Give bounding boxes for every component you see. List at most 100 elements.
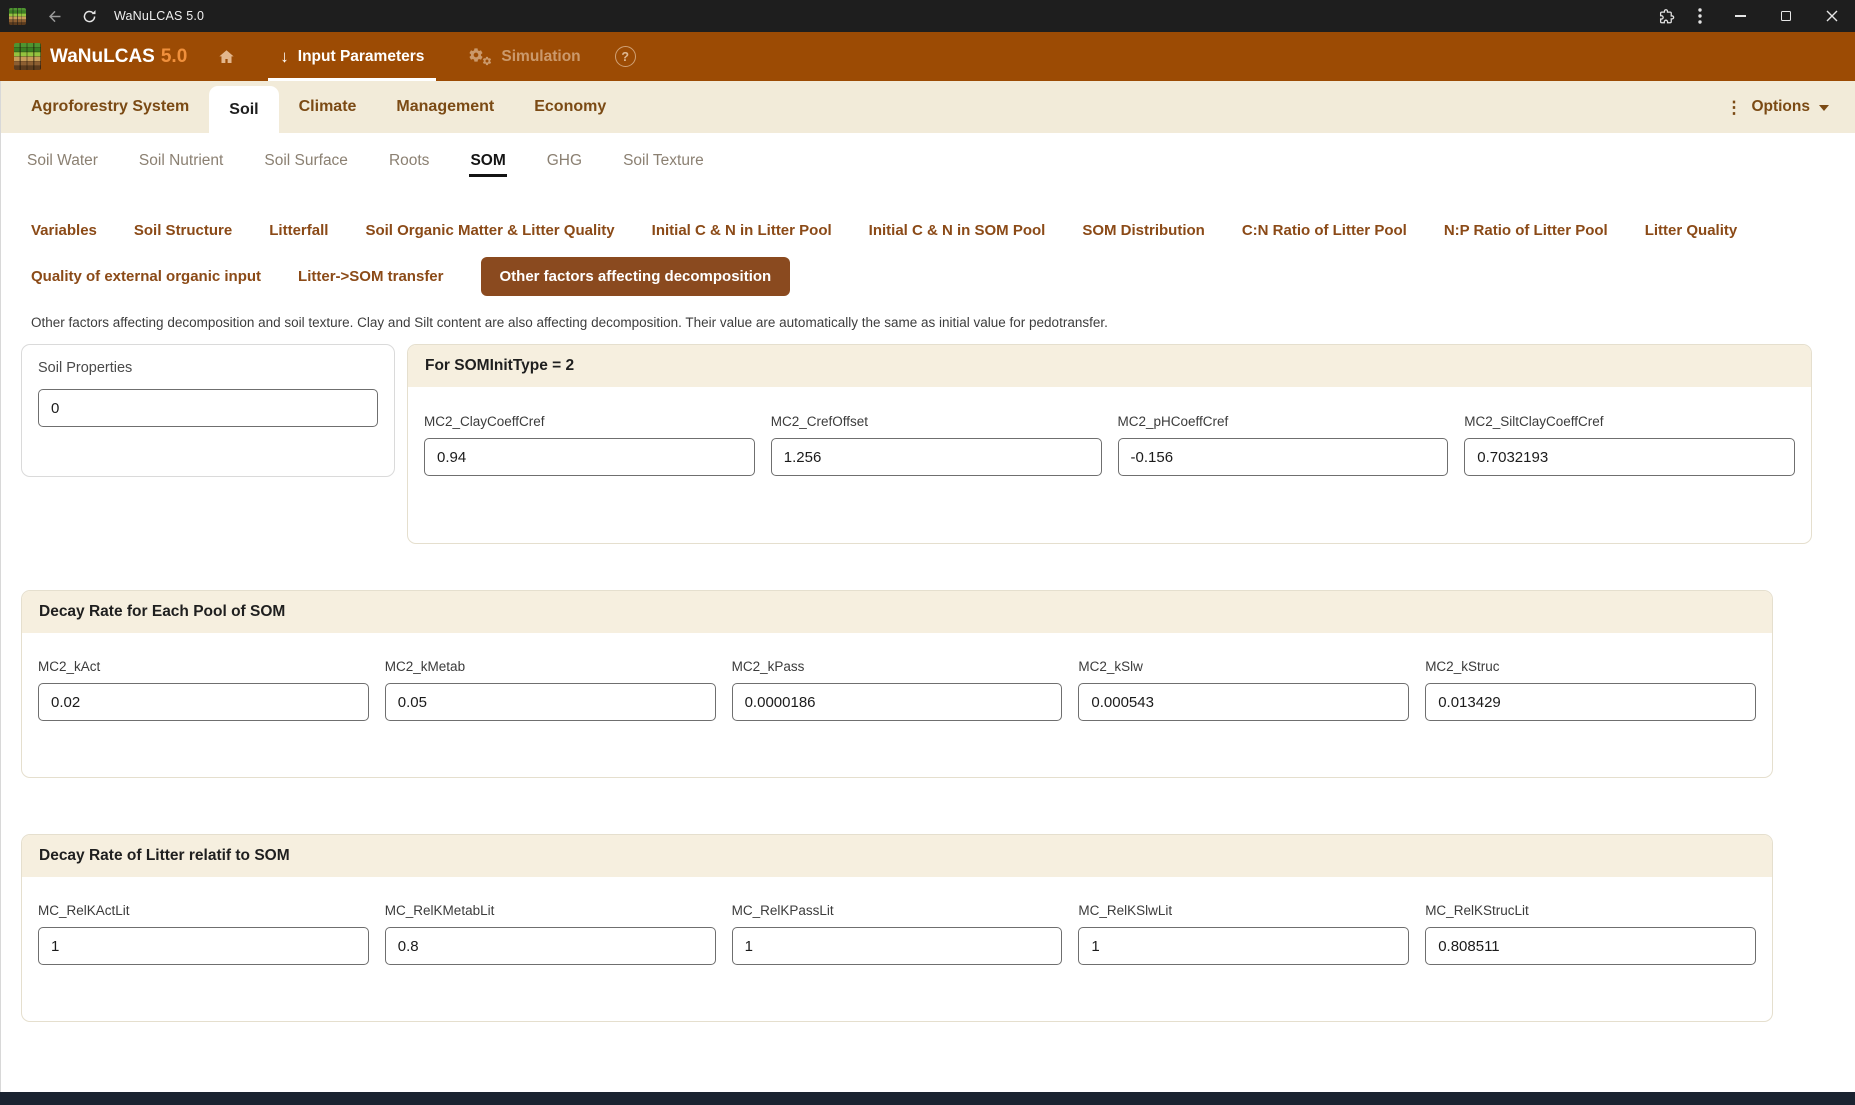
- mc-relkpasslit-input[interactable]: [731, 927, 1063, 965]
- mc2-kstruc-input[interactable]: [1425, 683, 1756, 721]
- help-icon[interactable]: ?: [614, 46, 636, 67]
- mc-relkslwlit-input[interactable]: [1078, 927, 1410, 965]
- section-soil-structure[interactable]: Soil Structure: [134, 222, 232, 239]
- tab-climate[interactable]: Climate: [279, 81, 377, 133]
- app-header: WaNuLCAS 5.0 ↓ Input Parameters Simulati…: [0, 32, 1855, 81]
- soil-properties-input[interactable]: [38, 389, 378, 427]
- section-som-distribution[interactable]: SOM Distribution: [1082, 222, 1205, 239]
- field-label: MC_RelKPassLit: [731, 903, 834, 918]
- field-label: MC_RelKMetabLit: [384, 903, 495, 918]
- field-label: MC2_CrefOffset: [770, 414, 869, 429]
- field-label: MC2_kStruc: [1425, 659, 1500, 674]
- field-label: MC2_kSlw: [1078, 659, 1143, 674]
- subtab-som[interactable]: SOM: [469, 145, 507, 177]
- section-litter-quality[interactable]: Litter Quality: [1645, 222, 1738, 239]
- field-label: MC2_kPass: [731, 659, 805, 674]
- decay-rate-som-panel: Decay Rate for Each Pool of SOM MC2_kAct…: [21, 590, 1773, 778]
- subtab-soil-surface[interactable]: Soil Surface: [263, 145, 349, 177]
- soil-properties-panel: Soil Properties: [21, 344, 395, 477]
- field-mc2-kact: MC2_kAct: [38, 659, 369, 721]
- section-litterfall[interactable]: Litterfall: [269, 222, 328, 239]
- bottom-bar: [0, 1092, 1855, 1105]
- subtab-soil-nutrient[interactable]: Soil Nutrient: [138, 145, 224, 177]
- brand: WaNuLCAS 5.0: [14, 32, 187, 81]
- mc2-crefoffset-input[interactable]: [770, 438, 1102, 476]
- nav-input-parameters[interactable]: ↓ Input Parameters: [268, 32, 437, 81]
- page-description: Other factors affecting decomposition an…: [31, 315, 1108, 330]
- field-mc2-siltclaycoeffcref: MC2_SiltClayCoeffCref: [1464, 414, 1795, 476]
- field-label: MC_RelKSlwLit: [1078, 903, 1173, 918]
- section-cn-ratio-litter-pool[interactable]: C:N Ratio of Litter Pool: [1242, 222, 1407, 239]
- mc-relkactlit-input[interactable]: [38, 927, 369, 965]
- main-content: Soil Properties For SOMInitType = 2 MC2_…: [1, 330, 1855, 1022]
- minimize-button[interactable]: [1717, 0, 1763, 32]
- decay-rate-litter-panel-title: Decay Rate of Litter relatif to SOM: [22, 835, 1772, 877]
- primary-tabbar: Agroforestry System Soil Climate Managem…: [1, 81, 1855, 133]
- section-variables[interactable]: Variables: [31, 222, 97, 239]
- tab-management[interactable]: Management: [376, 81, 514, 133]
- brand-version: 5.0: [160, 45, 188, 67]
- extensions-icon[interactable]: [1649, 0, 1683, 32]
- maximize-button[interactable]: [1763, 0, 1809, 32]
- subtab-roots[interactable]: Roots: [388, 145, 431, 177]
- download-arrow-icon: ↓: [280, 47, 289, 66]
- section-initial-cn-litter-pool[interactable]: Initial C & N in Litter Pool: [652, 222, 832, 239]
- section-nav-row-2: Quality of external organic input Litter…: [31, 253, 1829, 299]
- field-label: MC_RelKStrucLit: [1425, 903, 1529, 918]
- mc-relkmetablit-input[interactable]: [384, 927, 716, 965]
- field-label: MC2_ClayCoeffCref: [424, 414, 545, 429]
- options-button[interactable]: ⋮ Options: [1725, 98, 1829, 116]
- tab-soil[interactable]: Soil: [209, 86, 279, 133]
- field-mc2-claycoeffcref: MC2_ClayCoeffCref: [424, 414, 755, 476]
- options-kebab-icon: ⋮: [1725, 97, 1743, 117]
- nav-simulation[interactable]: Simulation: [464, 32, 584, 81]
- subtab-soil-texture[interactable]: Soil Texture: [622, 145, 705, 177]
- home-icon: [219, 49, 234, 63]
- decay-rate-litter-panel: Decay Rate of Litter relatif to SOM MC_R…: [21, 834, 1773, 1022]
- browser-menu-icon[interactable]: [1683, 0, 1717, 32]
- mc2-claycoeffcref-input[interactable]: [424, 438, 755, 476]
- section-quality-external-organic-input[interactable]: Quality of external organic input: [31, 268, 261, 285]
- mc2-siltclaycoeffcref-input[interactable]: [1464, 438, 1795, 476]
- soil-subnav: Soil Water Soil Nutrient Soil Surface Ro…: [1, 133, 1855, 189]
- back-button[interactable]: [38, 0, 72, 32]
- section-np-ratio-litter-pool[interactable]: N:P Ratio of Litter Pool: [1444, 222, 1608, 239]
- field-mc-relkstruclit: MC_RelKStrucLit: [1425, 903, 1756, 965]
- field-mc2-phcoeffcref: MC2_pHCoeffCref: [1117, 414, 1449, 476]
- som-init-type-panel-title: For SOMInitType = 2: [408, 345, 1811, 387]
- mc-relkstruclit-input[interactable]: [1425, 927, 1756, 965]
- subtab-soil-water[interactable]: Soil Water: [26, 145, 99, 177]
- field-mc2-kmetab: MC2_kMetab: [384, 659, 716, 721]
- brand-name: WaNuLCAS: [50, 45, 155, 67]
- chevron-down-icon: [1819, 105, 1829, 111]
- tab-economy[interactable]: Economy: [514, 81, 626, 133]
- tab-agroforestry-system[interactable]: Agroforestry System: [11, 81, 209, 133]
- window-title: WaNuLCAS 5.0: [114, 9, 205, 23]
- mc2-kpass-input[interactable]: [731, 683, 1063, 721]
- mc2-kact-input[interactable]: [38, 683, 369, 721]
- field-mc2-crefoffset: MC2_CrefOffset: [770, 414, 1102, 476]
- decay-rate-som-panel-title: Decay Rate for Each Pool of SOM: [22, 591, 1772, 633]
- field-label: MC2_SiltClayCoeffCref: [1464, 414, 1604, 429]
- close-button[interactable]: [1809, 0, 1855, 32]
- field-mc-relkactlit: MC_RelKActLit: [38, 903, 369, 965]
- mc2-kmetab-input[interactable]: [384, 683, 716, 721]
- field-label: MC_RelKActLit: [38, 903, 130, 918]
- section-nav-row-1: Variables Soil Structure Litterfall Soil…: [31, 207, 1829, 253]
- mc2-phcoeffcref-input[interactable]: [1117, 438, 1449, 476]
- refresh-button[interactable]: [72, 0, 106, 32]
- field-mc-relkmetablit: MC_RelKMetabLit: [384, 903, 716, 965]
- field-mc-relkpasslit: MC_RelKPassLit: [731, 903, 1063, 965]
- subtab-ghg[interactable]: GHG: [546, 145, 583, 177]
- field-mc-relkslwlit: MC_RelKSlwLit: [1078, 903, 1410, 965]
- section-som-litter-quality[interactable]: Soil Organic Matter & Litter Quality: [365, 222, 614, 239]
- mc2-kslw-input[interactable]: [1078, 683, 1410, 721]
- field-label: MC2_kAct: [38, 659, 101, 674]
- window-titlebar: WaNuLCAS 5.0: [0, 0, 1855, 32]
- section-other-factors-decomposition[interactable]: Other factors affecting decomposition: [480, 256, 791, 296]
- section-initial-cn-som-pool[interactable]: Initial C & N in SOM Pool: [869, 222, 1046, 239]
- section-litter-som-transfer[interactable]: Litter->SOM transfer: [298, 268, 443, 285]
- page-body: Agroforestry System Soil Climate Managem…: [0, 81, 1855, 1092]
- home-button[interactable]: [213, 32, 240, 81]
- som-section-nav: Variables Soil Structure Litterfall Soil…: [1, 189, 1855, 299]
